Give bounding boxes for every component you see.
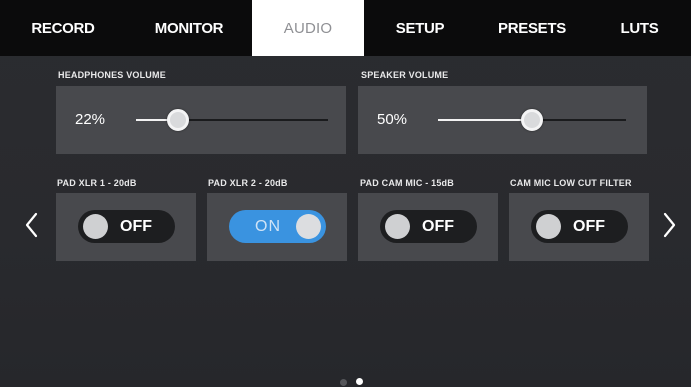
headphones-volume-value: 22% [75, 111, 106, 128]
speaker-volume-value: 50% [377, 111, 408, 128]
pad-xlr2-label: PAD XLR 2 - 20dB [208, 178, 288, 188]
toggle-knob [385, 214, 410, 239]
toggle-knob [296, 214, 321, 239]
pad-xlr1-label: PAD XLR 1 - 20dB [57, 178, 137, 188]
chevron-left-icon[interactable] [22, 210, 42, 240]
page-dot-2[interactable] [356, 378, 363, 385]
headphones-volume-panel: 22% [56, 86, 346, 154]
pad-cam-mic-toggle[interactable]: OFF [380, 210, 477, 243]
tab-bar: RECORD MONITOR AUDIO SETUP PRESETS LUTS [0, 0, 691, 56]
toggle-knob [83, 214, 108, 239]
cam-mic-low-cut-label: CAM MIC LOW CUT FILTER [510, 178, 632, 188]
toggle-state: OFF [422, 218, 454, 235]
toggle-state: OFF [573, 218, 605, 235]
toggle-knob [536, 214, 561, 239]
page-dot-1[interactable] [340, 379, 347, 386]
speaker-volume-label: SPEAKER VOLUME [361, 70, 449, 80]
tab-setup[interactable]: SETUP [364, 0, 476, 56]
audio-screen: RECORD MONITOR AUDIO SETUP PRESETS LUTS … [0, 0, 691, 387]
cam-mic-low-cut-toggle[interactable]: OFF [531, 210, 628, 243]
tab-monitor[interactable]: MONITOR [126, 0, 252, 56]
toggle-state: ON [255, 218, 281, 235]
tab-audio[interactable]: AUDIO [252, 0, 364, 56]
pad-cam-mic-panel: OFF [358, 193, 498, 261]
speaker-volume-knob[interactable] [521, 109, 543, 131]
headphones-volume-label: HEADPHONES VOLUME [58, 70, 166, 80]
toggle-state: OFF [120, 218, 152, 235]
tab-luts[interactable]: LUTS [588, 0, 691, 56]
tab-presets[interactable]: PRESETS [476, 0, 588, 56]
headphones-volume-slider[interactable] [136, 109, 328, 131]
tab-record[interactable]: RECORD [0, 0, 126, 56]
speaker-volume-slider[interactable] [438, 109, 626, 131]
pad-xlr1-panel: OFF [56, 193, 196, 261]
cam-mic-low-cut-panel: OFF [509, 193, 649, 261]
speaker-volume-fill [438, 119, 532, 121]
headphones-volume-knob[interactable] [167, 109, 189, 131]
pad-cam-mic-label: PAD CAM MIC - 15dB [360, 178, 454, 188]
speaker-volume-panel: 50% [358, 86, 647, 154]
chevron-right-icon[interactable] [659, 210, 679, 240]
pad-xlr2-panel: ON [207, 193, 347, 261]
pad-xlr2-toggle[interactable]: ON [229, 210, 326, 243]
pad-xlr1-toggle[interactable]: OFF [78, 210, 175, 243]
